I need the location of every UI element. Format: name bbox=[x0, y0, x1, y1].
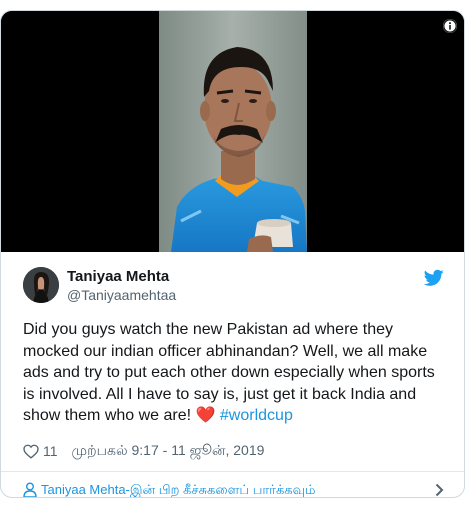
person-icon bbox=[23, 482, 37, 497]
tweet-text: Did you guys watch the new Pakistan ad w… bbox=[23, 319, 443, 427]
like-button[interactable]: 11 bbox=[23, 443, 58, 459]
avatar[interactable] bbox=[23, 267, 59, 303]
more-tweets-label[interactable]: Taniyaa Mehta-இன் பிற கீச்சுகளைப் பார்க்… bbox=[41, 482, 315, 497]
embedded-tweet-card: Taniyaa Mehta @Taniyaamehtaa Did you guy… bbox=[0, 10, 465, 498]
author-names: Taniyaa Mehta @Taniyaamehtaa bbox=[67, 268, 176, 304]
hashtag-link[interactable]: #worldcup bbox=[220, 407, 293, 424]
tweet-timestamp[interactable]: முற்பகல் 9:17 - 11 ஜூன், 2019 bbox=[72, 442, 265, 461]
info-icon[interactable] bbox=[443, 19, 457, 33]
twitter-bird-icon[interactable] bbox=[423, 269, 444, 287]
video-frame-image bbox=[1, 11, 464, 252]
more-tweets-link[interactable]: Taniyaa Mehta-இன் பிற கீச்சுகளைப் பார்க்… bbox=[1, 472, 464, 497]
tweet-author[interactable]: Taniyaa Mehta @Taniyaamehtaa bbox=[23, 267, 444, 305]
tweet-meta: 11 முற்பகல் 9:17 - 11 ஜூன், 2019 bbox=[23, 442, 264, 460]
like-count: 11 bbox=[43, 443, 58, 459]
author-display-name[interactable]: Taniyaa Mehta bbox=[67, 268, 176, 286]
heart-emoji: ❤️ bbox=[195, 407, 216, 424]
tweet-video-media[interactable] bbox=[1, 11, 464, 252]
chevron-right-icon bbox=[435, 483, 444, 497]
profile-photo-icon bbox=[23, 267, 59, 303]
heart-outline-icon bbox=[23, 444, 39, 459]
author-handle[interactable]: @Taniyaamehtaa bbox=[67, 286, 176, 304]
